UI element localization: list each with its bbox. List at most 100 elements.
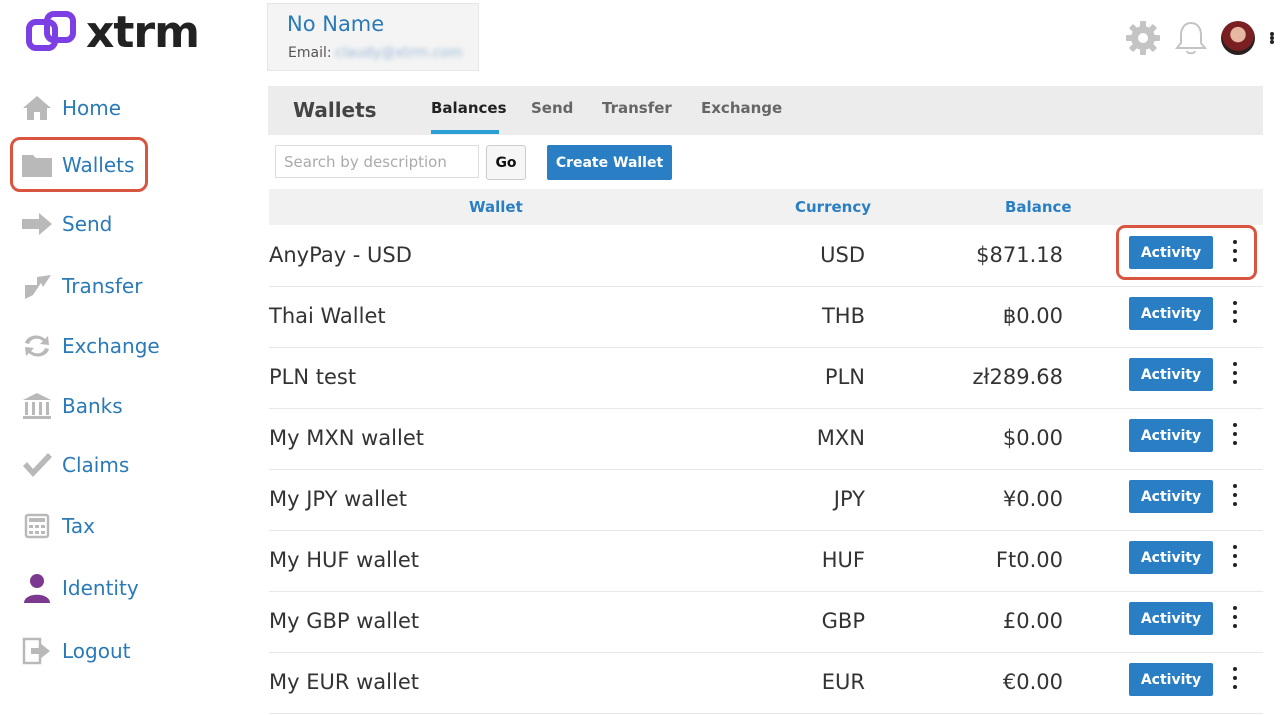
wallet-currency: GBP: [821, 609, 865, 633]
go-button[interactable]: Go: [486, 145, 526, 180]
email-value: claudy@xtrm.com: [335, 45, 463, 61]
table-row: My EUR wallet EUR €0.00 Activity: [269, 653, 1263, 714]
wallet-balance: $0.00: [1002, 426, 1063, 450]
wallet-balance: €0.00: [1002, 670, 1063, 694]
avatar[interactable]: [1221, 21, 1255, 55]
user-card: No Name Email: claudy@xtrm.com: [267, 3, 479, 71]
wallets-tab-bar: Wallets Balances Send Transfer Exchange: [268, 86, 1263, 135]
wallets-highlight-outline: [10, 137, 148, 192]
activity-button[interactable]: Activity: [1129, 358, 1213, 391]
checkmark-icon: [20, 448, 54, 482]
sidebar-item-label: Tax: [62, 514, 95, 538]
activity-button[interactable]: Activity: [1129, 419, 1213, 452]
sidebar-item-exchange[interactable]: Exchange: [20, 326, 160, 366]
wallet-currency: HUF: [821, 548, 865, 572]
wallet-currency: USD: [820, 243, 865, 267]
brand-name: xtrm: [86, 7, 200, 58]
tab-send[interactable]: Send: [531, 99, 573, 117]
sidebar-item-banks[interactable]: Banks: [20, 386, 123, 426]
person-icon: [20, 571, 54, 605]
logout-icon: [20, 634, 54, 668]
activity-button[interactable]: Activity: [1129, 480, 1213, 513]
row-divider: [269, 713, 1263, 714]
tab-transfer[interactable]: Transfer: [602, 99, 672, 117]
sidebar-item-label: Banks: [62, 394, 123, 418]
exchange-icon: [20, 329, 54, 363]
tab-exchange[interactable]: Exchange: [701, 99, 782, 117]
table-row: My HUF wallet HUF Ft0.00 Activity: [269, 531, 1263, 592]
sidebar-item-label: Transfer: [62, 274, 143, 298]
wallet-name: My JPY wallet: [269, 487, 407, 511]
row-menu-icon[interactable]: [1231, 484, 1239, 506]
wallet-name: PLN test: [269, 365, 357, 389]
activity-button[interactable]: Activity: [1129, 541, 1213, 574]
sidebar-item-label: Send: [62, 212, 113, 236]
wallet-balance: $871.18: [976, 243, 1063, 267]
user-name: No Name: [287, 12, 385, 36]
activity-button[interactable]: Activity: [1129, 602, 1213, 635]
wallet-name: Thai Wallet: [269, 304, 386, 328]
wallet-balance: ¥0.00: [1002, 487, 1063, 511]
activity-highlight-outline: [1116, 225, 1257, 280]
xtrm-logo-icon: [26, 11, 76, 51]
wallet-currency: JPY: [833, 487, 865, 511]
sidebar-item-label: Logout: [62, 639, 131, 663]
table-row: My JPY wallet JPY ¥0.00 Activity: [269, 470, 1263, 531]
table-header: Wallet Currency Balance: [269, 189, 1263, 225]
sidebar-item-transfer[interactable]: Transfer: [20, 266, 142, 306]
app-logo[interactable]: xtrm: [26, 7, 200, 58]
sidebar-item-home[interactable]: Home: [20, 88, 121, 128]
sidebar-item-claims[interactable]: Claims: [20, 445, 129, 485]
column-header-currency: Currency: [795, 198, 872, 216]
sidebar-item-identity[interactable]: Identity: [20, 568, 139, 608]
table-row: PLN test PLN zł289.68 Activity: [269, 348, 1263, 409]
activity-button[interactable]: Activity: [1129, 297, 1213, 330]
column-header-balance: Balance: [1005, 198, 1072, 216]
sidebar-item-label: Home: [62, 96, 122, 120]
wallet-name: My GBP wallet: [269, 609, 420, 633]
gear-icon[interactable]: [1125, 20, 1161, 56]
active-tab-indicator: [431, 130, 499, 134]
sidebar-item-logout[interactable]: Logout: [20, 631, 130, 671]
wallet-name: AnyPay - USD: [269, 243, 412, 267]
row-menu-icon[interactable]: [1231, 667, 1239, 689]
create-wallet-button[interactable]: Create Wallet: [547, 145, 672, 180]
table-row: My GBP wallet GBP £0.00 Activity: [269, 592, 1263, 653]
wallet-balance: zł289.68: [972, 365, 1063, 389]
more-options-icon[interactable]: [1269, 26, 1275, 50]
table-row: Thai Wallet THB ฿0.00 Activity: [269, 287, 1263, 348]
wallet-currency: THB: [821, 304, 865, 328]
bell-icon[interactable]: [1175, 20, 1207, 56]
top-right-toolbar: [1111, 20, 1275, 56]
column-header-wallet: Wallet: [469, 198, 523, 216]
calculator-icon: [20, 509, 54, 543]
sidebar-item-label: Exchange: [62, 334, 160, 358]
wallet-currency: PLN: [824, 365, 865, 389]
sidebar-item-label: Claims: [62, 453, 130, 477]
wallet-name: My EUR wallet: [269, 670, 419, 694]
row-menu-icon[interactable]: [1231, 301, 1239, 323]
page-title: Wallets: [293, 98, 377, 122]
tab-balances[interactable]: Balances: [431, 99, 507, 117]
email-label: Email:: [288, 45, 332, 61]
row-menu-icon[interactable]: [1231, 362, 1239, 384]
table-row: My MXN wallet MXN $0.00 Activity: [269, 409, 1263, 470]
wallet-balance: ฿0.00: [1002, 304, 1063, 328]
sidebar-item-send[interactable]: Send: [20, 204, 112, 244]
transfer-icon: [20, 269, 54, 303]
activity-button[interactable]: Activity: [1129, 663, 1213, 696]
sidebar-item-tax[interactable]: Tax: [20, 506, 95, 546]
home-icon: [20, 91, 54, 125]
row-menu-icon[interactable]: [1231, 606, 1239, 628]
bank-icon: [20, 389, 54, 423]
sidebar-item-label: Identity: [62, 576, 139, 600]
wallet-name: My MXN wallet: [269, 426, 424, 450]
wallet-currency: EUR: [821, 670, 865, 694]
wallet-name: My HUF wallet: [269, 548, 420, 572]
search-input[interactable]: [275, 145, 479, 178]
row-menu-icon[interactable]: [1231, 545, 1239, 567]
table-row: AnyPay - USD USD $871.18 Activity: [269, 226, 1263, 287]
arrow-right-icon: [20, 207, 54, 241]
row-menu-icon[interactable]: [1231, 423, 1239, 445]
wallet-balance: £0.00: [1002, 609, 1063, 633]
